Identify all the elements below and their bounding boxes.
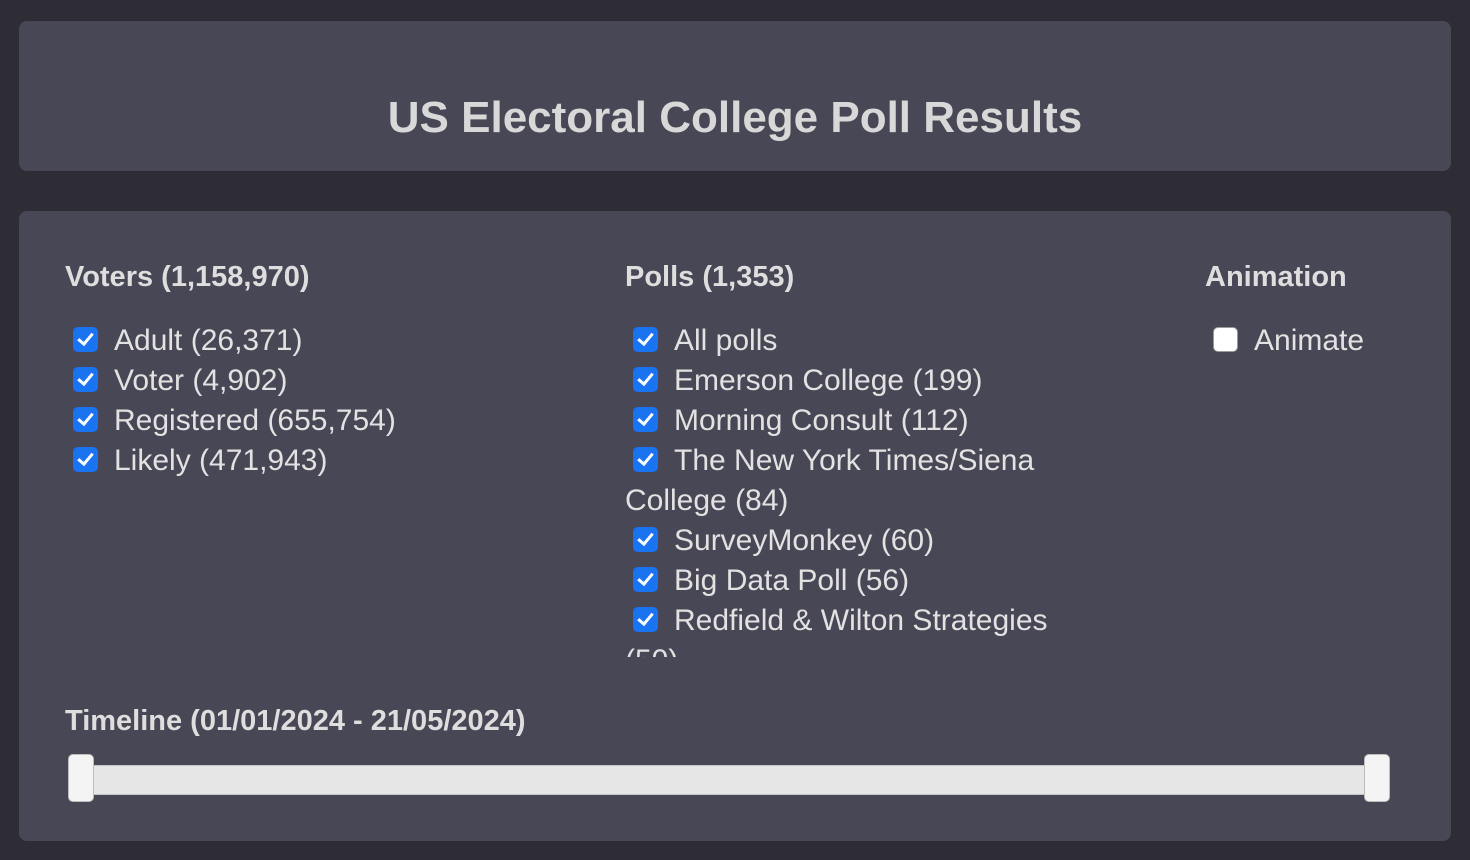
nyt-siena-checkbox[interactable] bbox=[633, 447, 658, 472]
surveymonkey-checkbox[interactable] bbox=[633, 527, 658, 552]
animate-checkbox[interactable] bbox=[1213, 327, 1238, 352]
timeline-slider-track[interactable] bbox=[69, 765, 1387, 795]
voter-option-label: Adult (26,371) bbox=[114, 324, 303, 357]
voters-list: Adult (26,371) Voter (4,902) Registered … bbox=[65, 321, 585, 481]
timeline-heading: Timeline (01/01/2024 - 21/05/2024) bbox=[65, 705, 526, 737]
animate-option[interactable]: Animate bbox=[1205, 321, 1435, 361]
voters-heading: Voters (1,158,970) bbox=[65, 261, 310, 293]
poll-option-label: Big Data Poll (56) bbox=[674, 564, 910, 597]
polls-list[interactable]: All polls Emerson College (199) Morning … bbox=[625, 321, 1095, 657]
voter-option-registered[interactable]: Registered (655,754) bbox=[65, 401, 585, 441]
voter-option-label: Likely (471,943) bbox=[114, 444, 328, 477]
redfield-wilton-checkbox[interactable] bbox=[633, 607, 658, 632]
likely-checkbox[interactable] bbox=[73, 447, 98, 472]
poll-option-label: All polls bbox=[674, 324, 778, 357]
poll-option-label: SurveyMonkey (60) bbox=[674, 524, 935, 557]
morning-consult-checkbox[interactable] bbox=[633, 407, 658, 432]
poll-option-big-data-poll[interactable]: Big Data Poll (56) bbox=[625, 561, 1095, 601]
poll-option-label: Redfield & Wilton Strategies (50) bbox=[625, 604, 1048, 657]
voter-option-label: Registered (655,754) bbox=[114, 404, 396, 437]
animation-list: Animate bbox=[1205, 321, 1435, 361]
animation-heading: Animation bbox=[1205, 261, 1347, 293]
animate-label: Animate bbox=[1254, 324, 1365, 357]
voter-checkbox[interactable] bbox=[73, 367, 98, 392]
emerson-checkbox[interactable] bbox=[633, 367, 658, 392]
poll-option-surveymonkey[interactable]: SurveyMonkey (60) bbox=[625, 521, 1095, 561]
adult-checkbox[interactable] bbox=[73, 327, 98, 352]
poll-option-emerson[interactable]: Emerson College (199) bbox=[625, 361, 1095, 401]
header-card: US Electoral College Poll Results bbox=[19, 21, 1451, 171]
all-polls-checkbox[interactable] bbox=[633, 327, 658, 352]
poll-option-morning-consult[interactable]: Morning Consult (112) bbox=[625, 401, 1095, 441]
poll-option-nyt-siena[interactable]: The New York Times/Siena College (84) bbox=[625, 441, 1095, 521]
big-data-poll-checkbox[interactable] bbox=[633, 567, 658, 592]
poll-option-label: The New York Times/Siena College (84) bbox=[625, 444, 1035, 517]
voter-option-voter[interactable]: Voter (4,902) bbox=[65, 361, 585, 401]
poll-option-label: Emerson College (199) bbox=[674, 364, 983, 397]
timeline-start-handle[interactable] bbox=[68, 754, 94, 802]
timeline-end-handle[interactable] bbox=[1364, 754, 1390, 802]
voter-option-adult[interactable]: Adult (26,371) bbox=[65, 321, 585, 361]
poll-option-redfield-wilton[interactable]: Redfield & Wilton Strategies (50) bbox=[625, 601, 1095, 657]
page-title: US Electoral College Poll Results bbox=[387, 93, 1083, 142]
poll-option-label: Morning Consult (112) bbox=[674, 404, 969, 437]
voter-option-label: Voter (4,902) bbox=[114, 364, 288, 397]
poll-option-all[interactable]: All polls bbox=[625, 321, 1095, 361]
registered-checkbox[interactable] bbox=[73, 407, 98, 432]
polls-heading: Polls (1,353) bbox=[625, 261, 795, 293]
filters-panel: Voters (1,158,970) Adult (26,371) Voter … bbox=[19, 211, 1451, 841]
voter-option-likely[interactable]: Likely (471,943) bbox=[65, 441, 585, 481]
